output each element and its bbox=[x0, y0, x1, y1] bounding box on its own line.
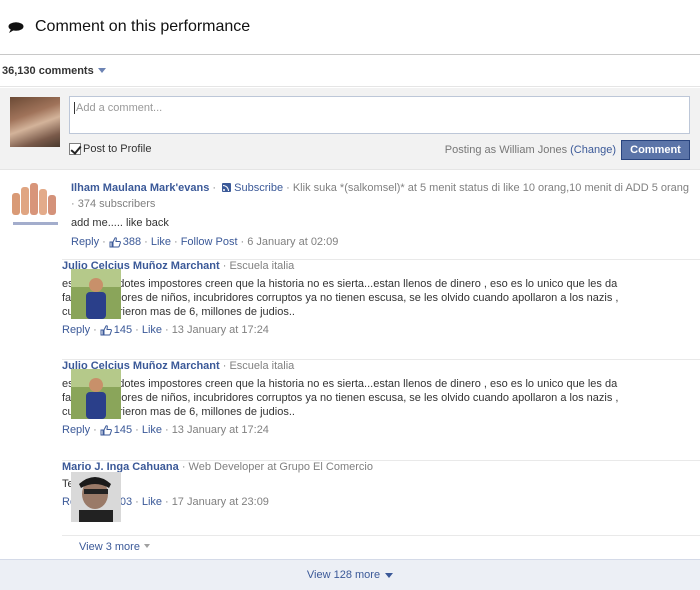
reply-actions: Reply · 145 · Like · 13 January at 17:24 bbox=[62, 324, 269, 336]
reply-text: Test bbox=[62, 477, 622, 491]
comment-button[interactable]: Comment bbox=[621, 140, 690, 160]
commenter-avatar bbox=[10, 179, 61, 229]
like-link[interactable]: Like bbox=[151, 236, 171, 248]
reply-link[interactable]: Reply bbox=[62, 324, 90, 336]
thumbs-up-icon bbox=[100, 324, 112, 335]
like-count[interactable]: 145 bbox=[114, 424, 132, 436]
comment-time: 6 January at 02:09 bbox=[247, 236, 339, 248]
like-count[interactable]: 388 bbox=[123, 236, 141, 248]
chevron-down-icon bbox=[143, 544, 150, 548]
reply-author-meta: · Escuela italia bbox=[222, 260, 295, 272]
post-to-profile-label: Post to Profile bbox=[83, 143, 152, 155]
reply-link[interactable]: Reply bbox=[62, 424, 90, 436]
comment-actions: Reply · 388 · Like · Follow Post · 6 Jan… bbox=[71, 236, 339, 248]
thumbs-up-icon bbox=[100, 424, 112, 435]
speech-bubble-icon bbox=[8, 21, 24, 33]
view-more-comments-button[interactable]: View 128 more bbox=[0, 559, 700, 590]
reply-text: estos sacerdotes impostores creen que la… bbox=[62, 378, 619, 418]
comment-input-placeholder: Add a comment... bbox=[76, 102, 163, 114]
reply-author-avatar bbox=[71, 269, 121, 319]
comment-author[interactable]: Ilham Maulana Mark'evans bbox=[71, 182, 209, 194]
comment-input[interactable]: Add a comment... bbox=[69, 96, 690, 134]
post-to-profile-toggle[interactable]: Post to Profile bbox=[69, 143, 151, 155]
thumbs-up-icon bbox=[109, 236, 121, 247]
reply-link[interactable]: Reply bbox=[71, 236, 99, 248]
view-more-replies-link[interactable]: View 3 more bbox=[79, 541, 150, 553]
like-link[interactable]: Like bbox=[142, 324, 162, 336]
comment-text: add me..... like back bbox=[71, 217, 169, 229]
follow-post-link[interactable]: Follow Post bbox=[181, 236, 238, 248]
reply-author-avatar bbox=[71, 472, 121, 522]
comment-composer: Add a comment... Post to Profile Posting… bbox=[0, 88, 700, 170]
reply-text: estos sacerdotes impostores creen que la… bbox=[62, 278, 619, 318]
reply-author-meta: · Escuela italia bbox=[222, 360, 295, 372]
meta-separator: · bbox=[212, 182, 217, 194]
page-title: Comment on this performance bbox=[35, 18, 251, 35]
reply-time: 13 January at 17:24 bbox=[171, 424, 269, 436]
subscribe-link[interactable]: Subscribe bbox=[234, 182, 283, 194]
reply-actions: Reply · 203 · Like · 17 January at 23:09 bbox=[62, 496, 622, 508]
current-user-avatar bbox=[10, 97, 60, 147]
comment-item: Ilham Maulana Mark'evans · Subscribe · K… bbox=[0, 171, 700, 261]
reply-author-meta: · Web Developer at Grupo El Comercio bbox=[181, 461, 373, 473]
post-to-profile-checkbox[interactable] bbox=[69, 143, 81, 155]
text-cursor bbox=[74, 102, 75, 115]
view-more-comments-label: View 128 more bbox=[306, 569, 381, 581]
like-link[interactable]: Like bbox=[142, 424, 162, 436]
comments-count-dropdown[interactable]: 36,130 comments bbox=[0, 55, 700, 87]
like-link[interactable]: Like bbox=[142, 496, 162, 508]
change-account-link[interactable]: (Change) bbox=[570, 144, 616, 156]
chevron-down-icon bbox=[385, 572, 394, 578]
reply-time: 17 January at 23:09 bbox=[171, 496, 269, 508]
reply-item: Julio Celcius Muñoz Marchant · Escuela i… bbox=[62, 259, 700, 359]
posting-as-text: Posting as William Jones (Change) bbox=[445, 144, 616, 156]
reply-item: Mario J. Inga Cahuana · Web Developer at… bbox=[62, 460, 700, 535]
view-more-replies-label: View 3 more bbox=[79, 541, 140, 553]
header: Comment on this performance bbox=[0, 0, 700, 55]
reply-author-avatar bbox=[71, 369, 121, 419]
chevron-down-icon bbox=[97, 68, 106, 73]
reply-item: Julio Celcius Muñoz Marchant · Escuela i… bbox=[62, 359, 700, 460]
rss-icon bbox=[222, 183, 232, 192]
reply-actions: Reply · 145 · Like · 13 January at 17:24 bbox=[62, 424, 269, 436]
reply-time: 13 January at 17:24 bbox=[171, 324, 269, 336]
posting-as-label: Posting as William Jones bbox=[444, 144, 568, 156]
comments-count-label: 36,130 comments bbox=[2, 64, 94, 77]
like-count[interactable]: 145 bbox=[114, 324, 132, 336]
divider bbox=[62, 535, 700, 536]
